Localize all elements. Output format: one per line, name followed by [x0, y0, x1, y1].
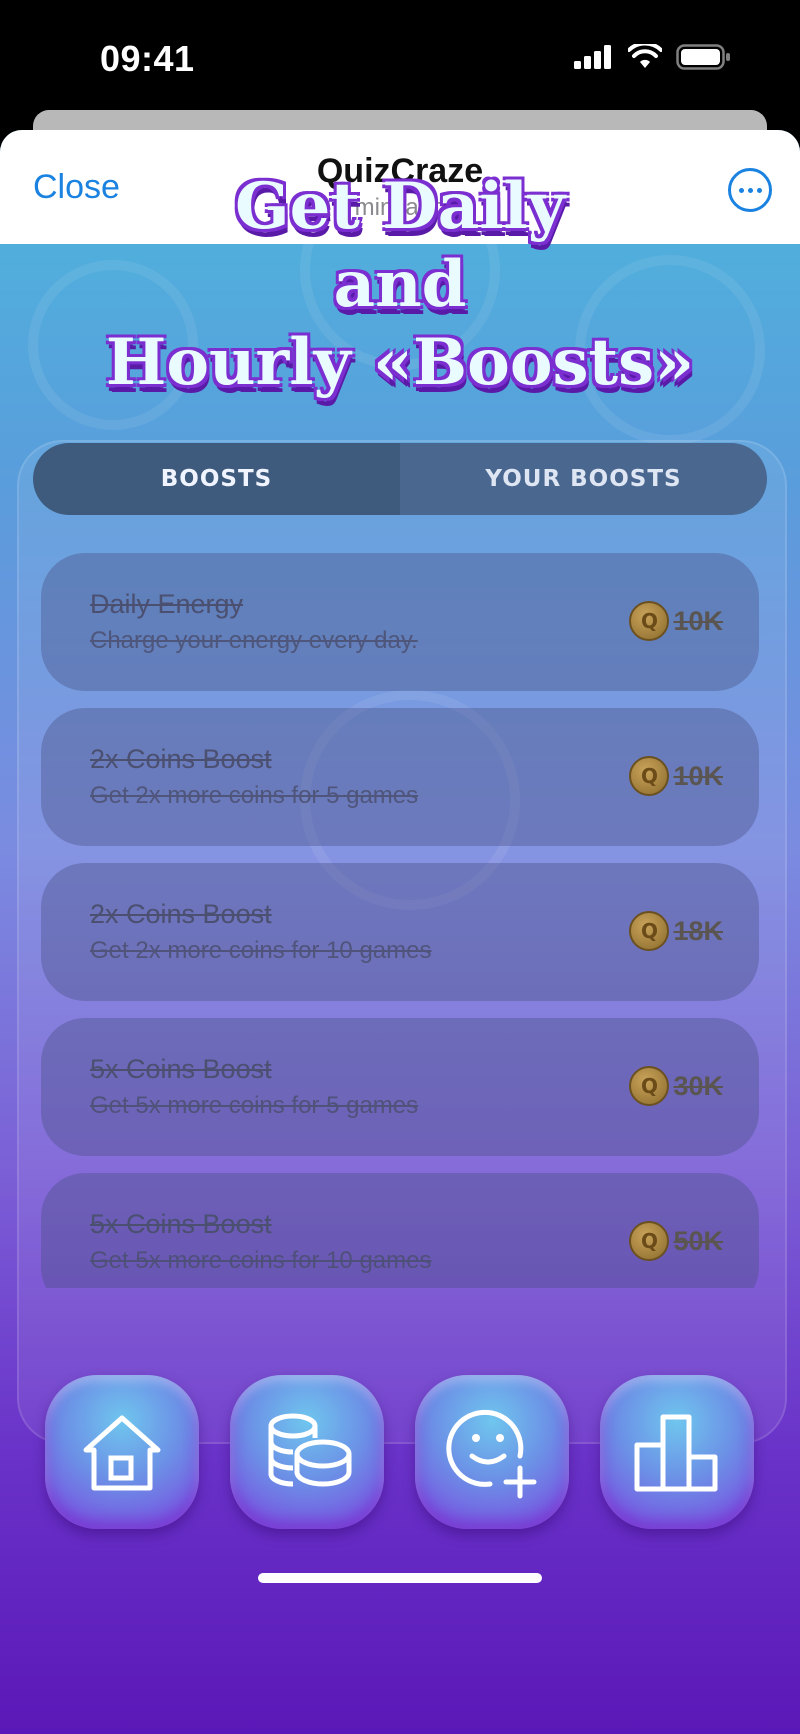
nav-coins-button[interactable] — [230, 1375, 384, 1529]
boost-title: 2x Coins Boost — [90, 744, 272, 774]
boost-price: Q 10K — [629, 601, 723, 641]
nav-leaderboard-button[interactable] — [600, 1375, 754, 1529]
boost-item[interactable]: 5x Coins Boost Get 5x more coins for 5 g… — [41, 1018, 759, 1156]
price-value: 18K — [673, 915, 723, 946]
page-headline: Get Daily and Hourly «Boosts» — [0, 168, 800, 402]
boost-title: 5x Coins Boost — [90, 1054, 272, 1084]
leaderboard-icon — [634, 1414, 718, 1492]
coin-icon: Q — [629, 756, 670, 796]
status-bar: 09:41 — [0, 0, 800, 118]
home-indicator[interactable] — [258, 1573, 542, 1583]
nav-invite-button[interactable] — [415, 1375, 569, 1529]
headline-line-3: Hourly «Boosts» — [105, 325, 695, 400]
nav-home-button[interactable] — [45, 1375, 199, 1529]
boost-item[interactable]: 2x Coins Boost Get 2x more coins for 10 … — [41, 863, 759, 1001]
status-time: 09:41 — [100, 38, 195, 79]
boost-tabs: BOOSTS YOUR BOOSTS — [33, 443, 767, 515]
boost-description: Get 5x more coins for 5 games — [90, 1092, 419, 1119]
boost-item[interactable]: 2x Coins Boost Get 2x more coins for 5 g… — [41, 708, 759, 846]
add-friend-icon — [446, 1409, 537, 1499]
home-icon — [83, 1415, 161, 1491]
price-value: 10K — [673, 760, 723, 791]
boost-description: Charge your energy every day. — [90, 627, 418, 654]
price-value: 30K — [673, 1070, 723, 1101]
coin-icon: Q — [629, 1066, 670, 1106]
tab-your-boosts[interactable]: YOUR BOOSTS — [400, 443, 767, 515]
coin-icon: Q — [629, 601, 670, 641]
coins-icon — [268, 1413, 352, 1487]
boost-description: Get 2x more coins for 5 games — [90, 782, 419, 809]
cellular-signal-icon — [574, 45, 611, 69]
boost-title: 2x Coins Boost — [90, 899, 272, 929]
boost-item[interactable]: Daily Energy Charge your energy every da… — [41, 553, 759, 691]
tab-boosts[interactable]: BOOSTS — [33, 443, 400, 515]
status-icons — [574, 44, 732, 70]
headline-line-2: and — [333, 247, 467, 322]
boost-description: Get 5x more coins for 10 games — [90, 1247, 432, 1274]
bottom-navigation — [0, 1375, 800, 1535]
boost-price: Q 10K — [629, 756, 723, 796]
boost-title: 5x Coins Boost — [90, 1209, 272, 1239]
boost-item[interactable]: 5x Coins Boost Get 5x more coins for 10 … — [41, 1173, 759, 1288]
boost-list: Daily Energy Charge your energy every da… — [41, 553, 759, 1288]
battery-icon — [676, 44, 730, 70]
price-value: 10K — [673, 605, 723, 636]
boost-description: Get 2x more coins for 10 games — [90, 937, 432, 964]
boost-title: Daily Energy — [90, 589, 244, 619]
boost-price: Q 18K — [629, 911, 723, 951]
boost-price: Q 50K — [629, 1221, 723, 1261]
coin-icon: Q — [629, 911, 670, 951]
boost-price: Q 30K — [629, 1066, 723, 1106]
price-value: 50K — [673, 1225, 723, 1256]
wifi-icon — [628, 44, 662, 68]
coin-icon: Q — [629, 1221, 670, 1261]
headline-line-1: Get Daily — [235, 169, 565, 244]
